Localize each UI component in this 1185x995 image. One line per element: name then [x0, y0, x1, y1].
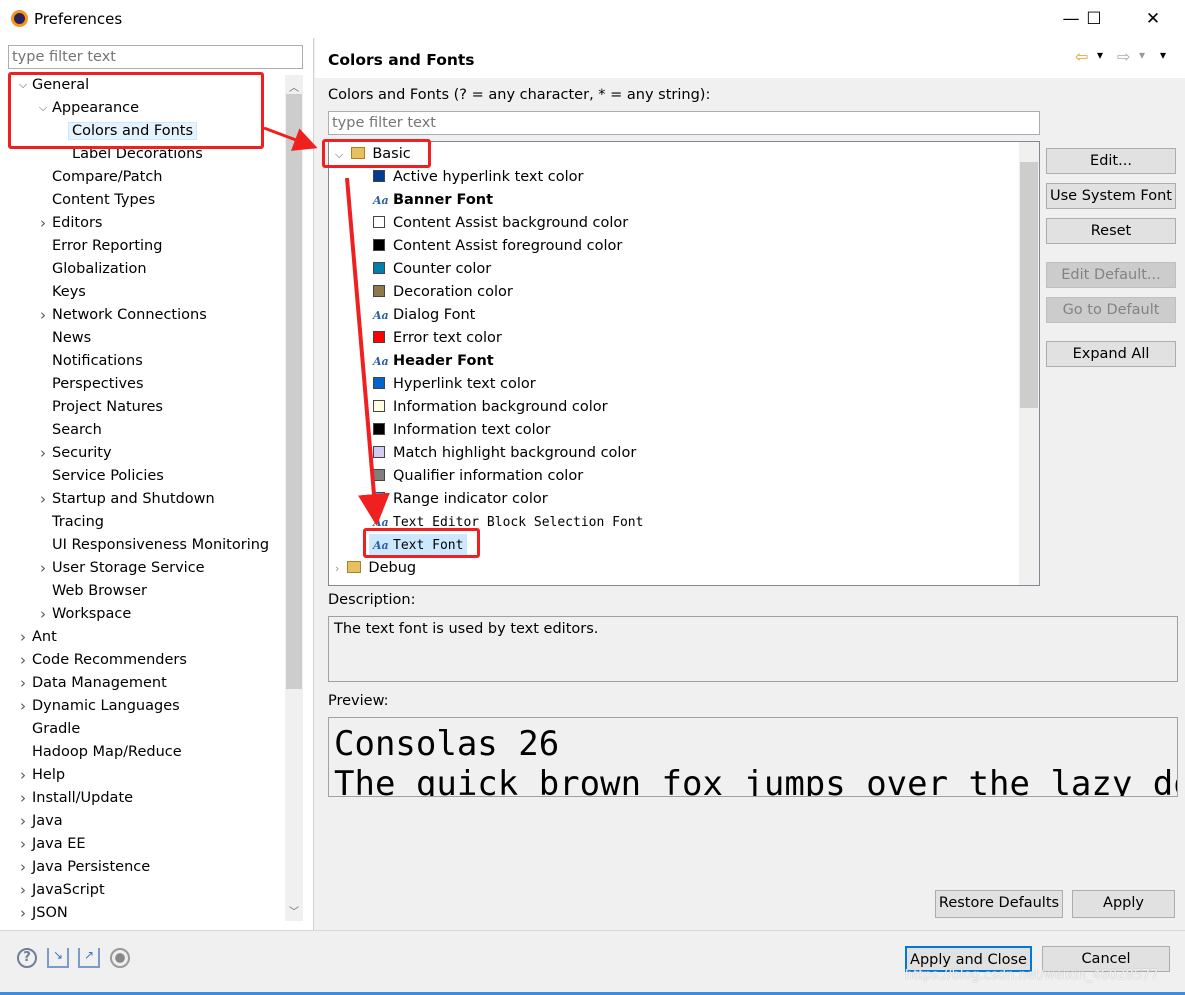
annotation-arrow	[263, 126, 318, 151]
annotation-arrow	[345, 177, 390, 526]
annotation-arrows	[263, 126, 390, 526]
